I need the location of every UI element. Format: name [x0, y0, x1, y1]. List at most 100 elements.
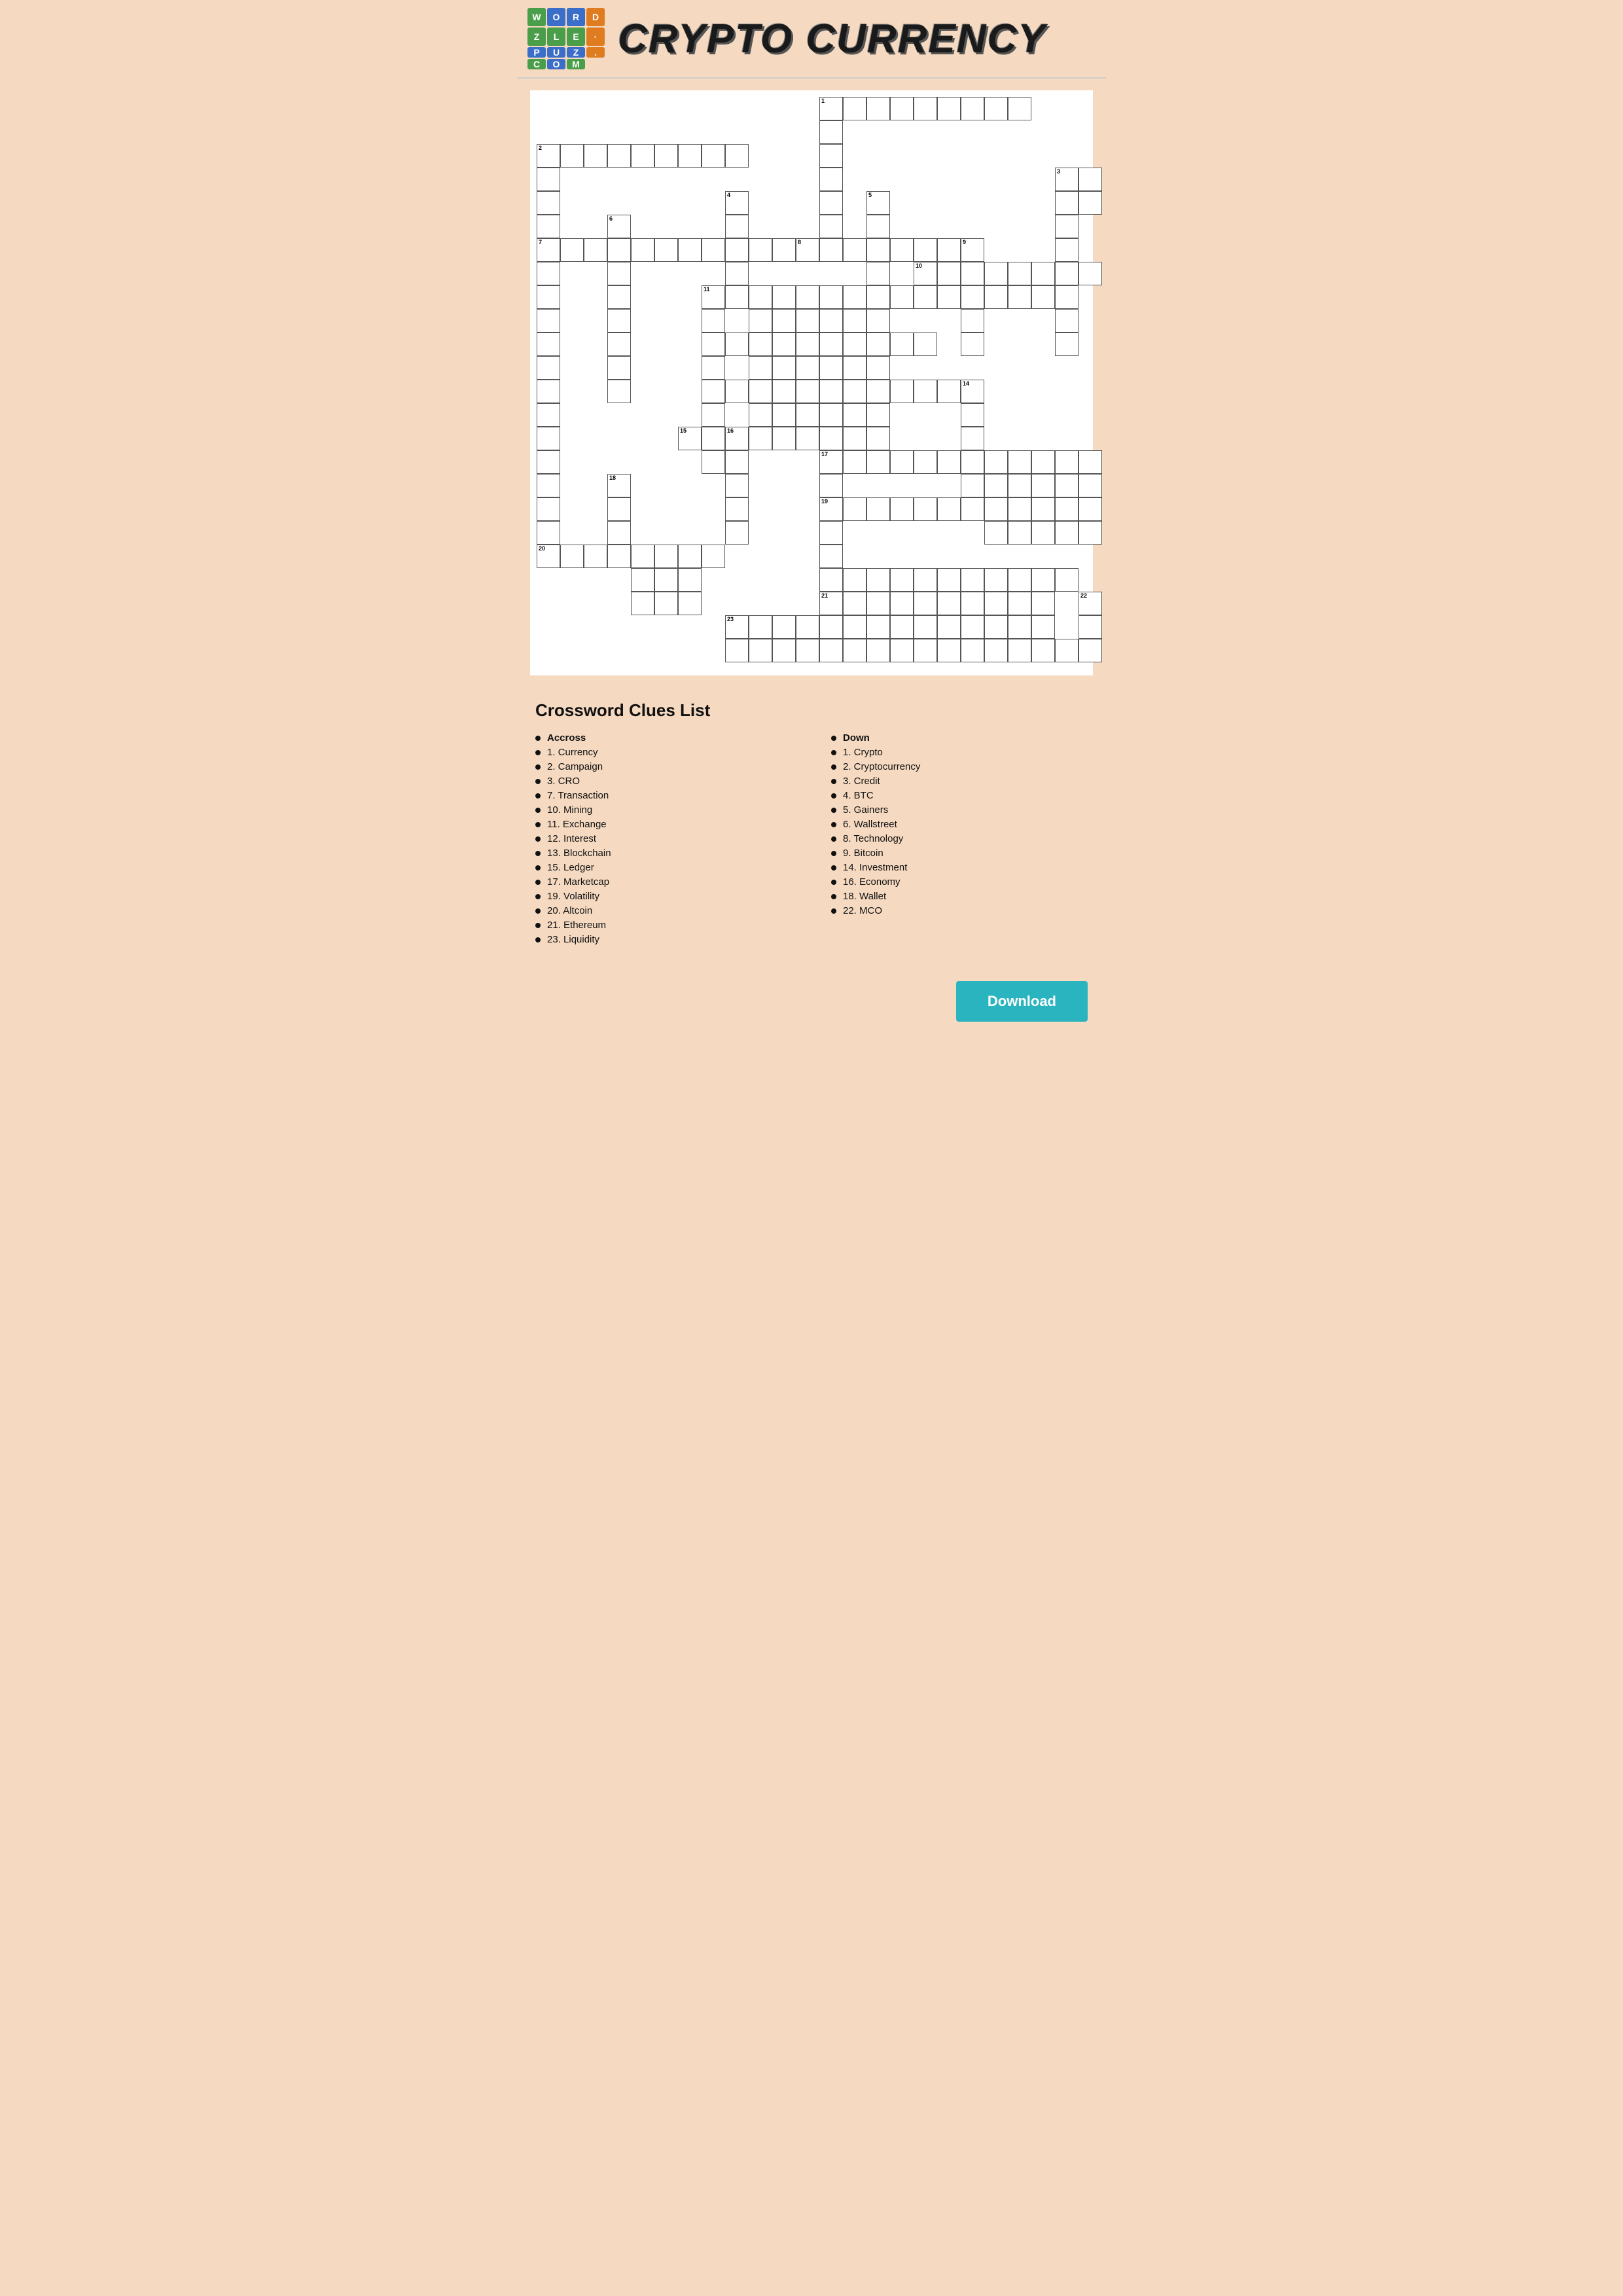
crossword-cell[interactable]: [890, 238, 914, 262]
crossword-cell[interactable]: [914, 497, 937, 521]
crossword-cell[interactable]: [843, 427, 866, 450]
crossword-cell[interactable]: [961, 450, 984, 474]
crossword-cell[interactable]: [1055, 309, 1079, 332]
crossword-cell[interactable]: [584, 238, 607, 262]
crossword-cell[interactable]: [1031, 568, 1055, 592]
crossword-cell[interactable]: [537, 356, 560, 380]
crossword-cell[interactable]: [984, 474, 1008, 497]
crossword-cell[interactable]: [584, 144, 607, 168]
crossword-cell[interactable]: [702, 545, 725, 568]
crossword-cell[interactable]: [702, 238, 725, 262]
crossword-cell[interactable]: [1055, 285, 1079, 309]
crossword-cell[interactable]: [937, 639, 961, 662]
crossword-cell[interactable]: 7: [537, 238, 560, 262]
crossword-cell[interactable]: [1079, 168, 1102, 191]
crossword-cell[interactable]: [961, 97, 984, 120]
crossword-cell[interactable]: [725, 380, 749, 403]
crossword-cell[interactable]: [654, 592, 678, 615]
crossword-cell[interactable]: [961, 427, 984, 450]
crossword-cell[interactable]: [631, 144, 654, 168]
crossword-cell[interactable]: [537, 168, 560, 191]
crossword-cell[interactable]: [1031, 592, 1055, 615]
download-button[interactable]: Download: [956, 981, 1088, 1022]
crossword-cell[interactable]: [819, 474, 843, 497]
crossword-cell[interactable]: [725, 332, 749, 356]
crossword-cell[interactable]: [866, 309, 890, 332]
crossword-cell[interactable]: [866, 497, 890, 521]
crossword-cell[interactable]: [1079, 639, 1102, 662]
crossword-cell[interactable]: [537, 521, 560, 545]
crossword-cell[interactable]: [819, 144, 843, 168]
crossword-cell[interactable]: [819, 568, 843, 592]
crossword-cell[interactable]: [819, 521, 843, 545]
crossword-cell[interactable]: [796, 309, 819, 332]
crossword-cell[interactable]: [749, 639, 772, 662]
crossword-cell[interactable]: [631, 238, 654, 262]
crossword-cell[interactable]: [866, 97, 890, 120]
crossword-cell[interactable]: [1008, 262, 1031, 285]
crossword-cell[interactable]: [866, 568, 890, 592]
crossword-cell[interactable]: [819, 427, 843, 450]
crossword-cell[interactable]: [607, 497, 631, 521]
crossword-cell[interactable]: [1031, 497, 1055, 521]
crossword-cell[interactable]: [725, 215, 749, 238]
crossword-cell[interactable]: [796, 615, 819, 639]
crossword-cell[interactable]: [819, 120, 843, 144]
crossword-cell[interactable]: [1031, 285, 1055, 309]
crossword-cell[interactable]: [537, 309, 560, 332]
crossword-cell[interactable]: [937, 285, 961, 309]
crossword-cell[interactable]: [749, 332, 772, 356]
crossword-cell[interactable]: [866, 450, 890, 474]
crossword-cell[interactable]: [866, 238, 890, 262]
crossword-cell[interactable]: [914, 332, 937, 356]
crossword-cell[interactable]: [890, 97, 914, 120]
crossword-cell[interactable]: [984, 639, 1008, 662]
crossword-cell[interactable]: [607, 144, 631, 168]
crossword-cell[interactable]: [725, 450, 749, 474]
crossword-cell[interactable]: [914, 639, 937, 662]
crossword-cell[interactable]: [1031, 615, 1055, 639]
crossword-cell[interactable]: [1008, 97, 1031, 120]
crossword-cell[interactable]: [984, 521, 1008, 545]
crossword-cell[interactable]: [914, 615, 937, 639]
crossword-cell[interactable]: [749, 380, 772, 403]
crossword-cell[interactable]: [796, 285, 819, 309]
crossword-cell[interactable]: [560, 238, 584, 262]
crossword-cell[interactable]: [819, 215, 843, 238]
crossword-cell[interactable]: [678, 144, 702, 168]
crossword-cell[interactable]: [584, 545, 607, 568]
crossword-cell[interactable]: [961, 332, 984, 356]
crossword-cell[interactable]: [843, 639, 866, 662]
crossword-cell[interactable]: [819, 332, 843, 356]
crossword-cell[interactable]: [819, 615, 843, 639]
crossword-cell[interactable]: [537, 191, 560, 215]
crossword-cell[interactable]: [937, 262, 961, 285]
crossword-cell[interactable]: [1008, 615, 1031, 639]
crossword-cell[interactable]: [819, 403, 843, 427]
crossword-cell[interactable]: [1008, 474, 1031, 497]
crossword-cell[interactable]: [1079, 474, 1102, 497]
crossword-cell[interactable]: [866, 403, 890, 427]
crossword-cell[interactable]: [725, 285, 749, 309]
crossword-cell[interactable]: [607, 545, 631, 568]
crossword-cell[interactable]: [796, 427, 819, 450]
crossword-cell[interactable]: [1055, 521, 1079, 545]
crossword-cell[interactable]: [914, 450, 937, 474]
crossword-cell[interactable]: [702, 380, 725, 403]
crossword-cell[interactable]: [749, 285, 772, 309]
crossword-cell[interactable]: [961, 309, 984, 332]
crossword-cell[interactable]: [1008, 285, 1031, 309]
crossword-cell[interactable]: [937, 615, 961, 639]
crossword-cell[interactable]: [890, 568, 914, 592]
crossword-cell[interactable]: [725, 474, 749, 497]
crossword-cell[interactable]: 17: [819, 450, 843, 474]
crossword-cell[interactable]: [537, 497, 560, 521]
crossword-cell[interactable]: 16: [725, 427, 749, 450]
crossword-cell[interactable]: [749, 615, 772, 639]
crossword-cell[interactable]: [866, 380, 890, 403]
crossword-cell[interactable]: [937, 568, 961, 592]
crossword-cell[interactable]: [1055, 191, 1079, 215]
crossword-cell[interactable]: [1008, 592, 1031, 615]
crossword-cell[interactable]: [1031, 639, 1055, 662]
crossword-cell[interactable]: [914, 592, 937, 615]
